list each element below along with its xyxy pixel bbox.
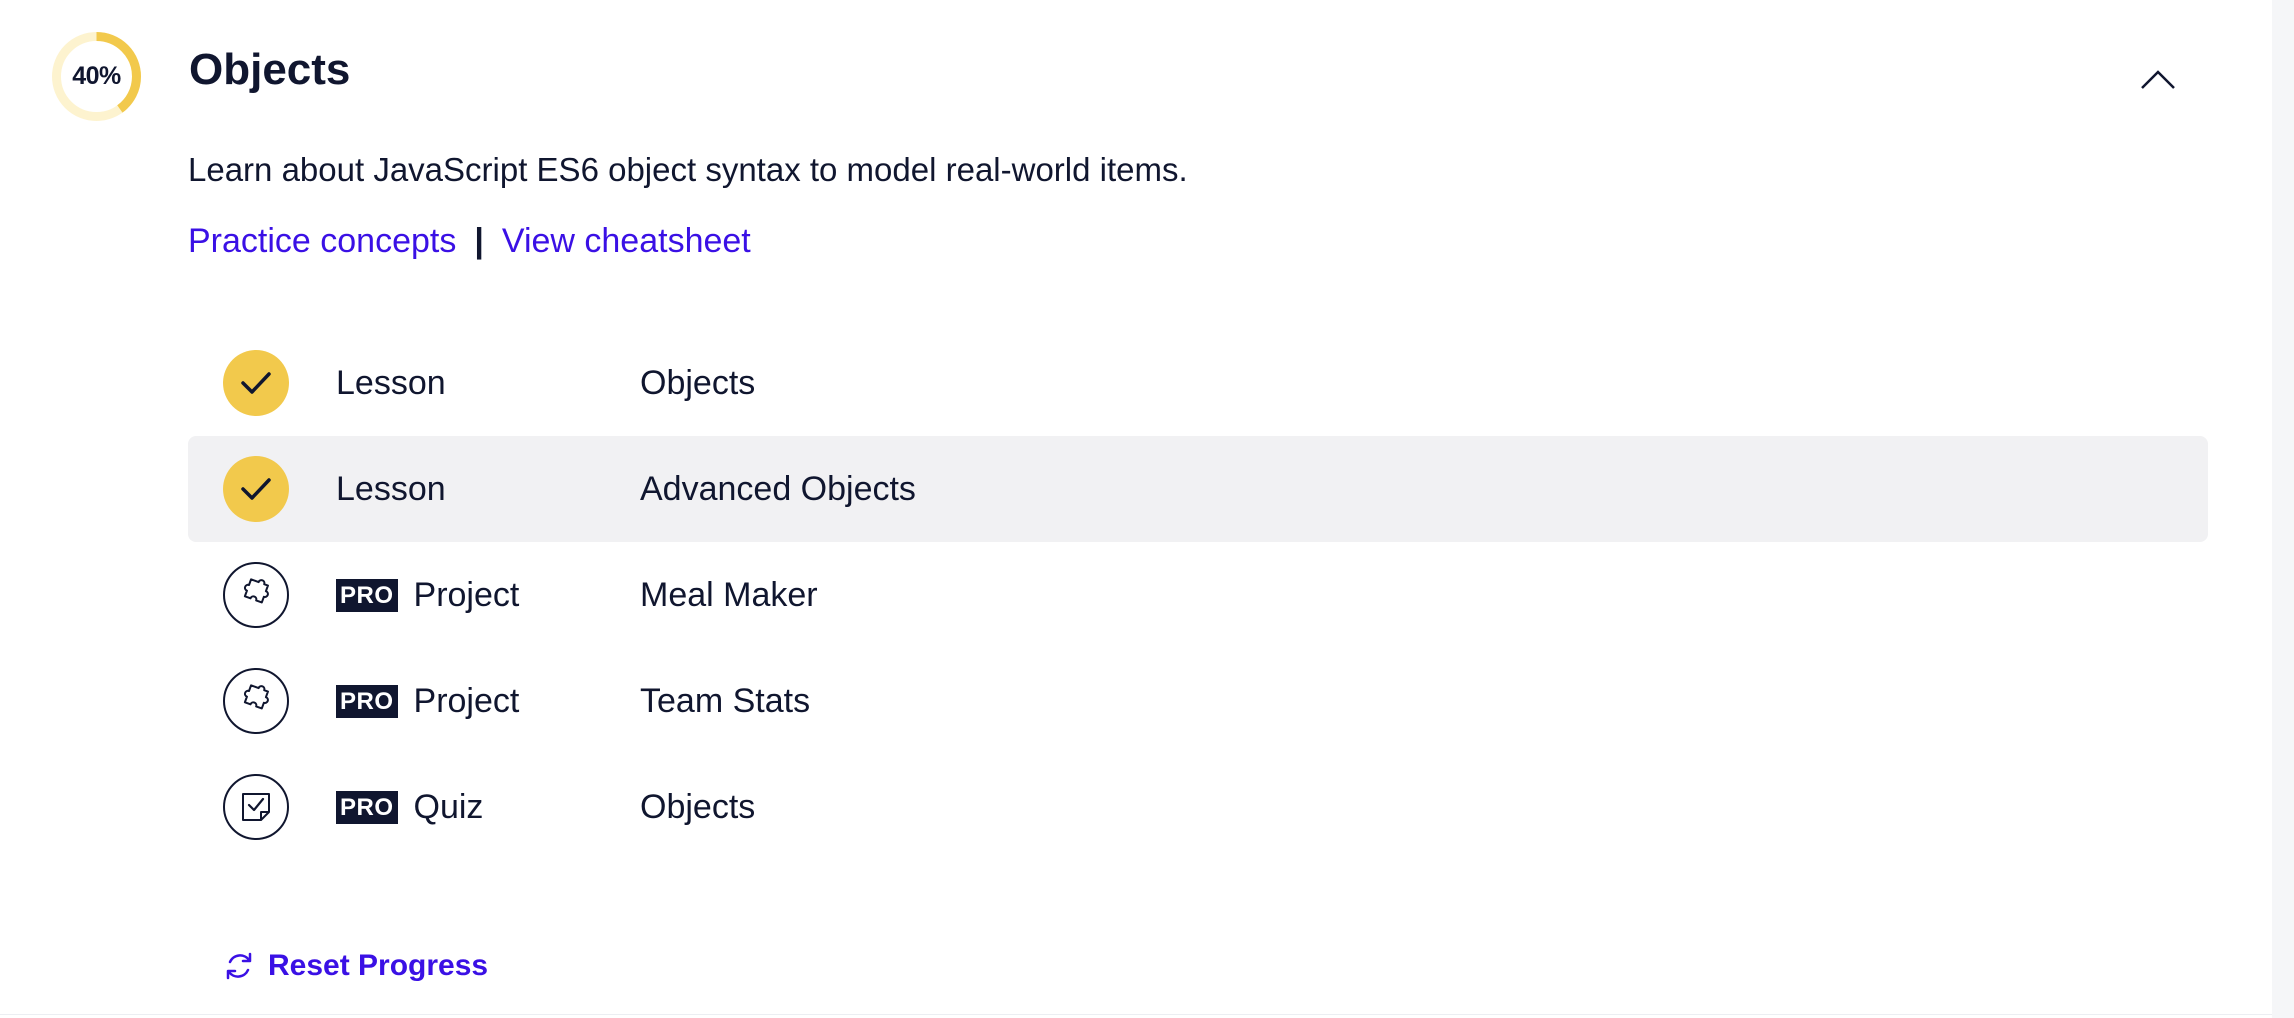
item-name: Objects xyxy=(640,363,756,402)
list-item[interactable]: PRO Project Team Stats xyxy=(188,648,2208,754)
item-type: Lesson xyxy=(336,436,446,542)
link-separator: | xyxy=(474,222,484,260)
check-icon xyxy=(223,456,289,522)
view-cheatsheet-link[interactable]: View cheatsheet xyxy=(502,221,751,262)
puzzle-icon xyxy=(223,562,289,628)
list-item[interactable]: PRO Project Meal Maker xyxy=(188,542,2208,648)
pro-badge: PRO xyxy=(336,684,398,718)
reset-progress-button[interactable]: Reset Progress xyxy=(222,945,488,987)
chevron-up-icon xyxy=(2141,70,2175,89)
check-icon xyxy=(223,350,289,416)
divider xyxy=(0,1014,2272,1015)
quiz-icon xyxy=(223,774,289,840)
puzzle-icon xyxy=(223,668,289,734)
item-type: PRO Project xyxy=(336,648,519,754)
item-name: Team Stats xyxy=(640,681,811,720)
item-type: Lesson xyxy=(336,330,446,436)
item-type-label: Lesson xyxy=(336,469,446,508)
module-links: Practice concepts | View cheatsheet xyxy=(188,221,751,262)
list-item[interactable]: Lesson Objects xyxy=(188,330,2208,436)
item-name: Meal Maker xyxy=(640,575,818,614)
reset-progress-label: Reset Progress xyxy=(268,949,489,982)
item-type: PRO Project xyxy=(336,542,519,648)
progress-ring: 40% xyxy=(51,31,142,122)
item-type-label: Project xyxy=(413,575,520,614)
item-type-label: Project xyxy=(413,681,520,720)
refresh-icon xyxy=(226,952,252,980)
module-description: Learn about JavaScript ES6 object syntax… xyxy=(188,151,1188,188)
list-item[interactable]: Lesson Advanced Objects xyxy=(188,436,2208,542)
progress-percent: 40% xyxy=(72,62,121,90)
item-name: Advanced Objects xyxy=(640,469,916,508)
content-list: Lesson Objects Lesson Advanced Objects P… xyxy=(188,330,2208,860)
item-type-label: Quiz xyxy=(413,787,484,826)
pro-badge: PRO xyxy=(336,578,398,612)
scrollbar-track[interactable] xyxy=(2272,0,2294,1018)
practice-concepts-link[interactable]: Practice concepts xyxy=(188,221,456,262)
item-type: PRO Quiz xyxy=(336,754,483,860)
item-name: Objects xyxy=(640,787,756,826)
item-type-label: Lesson xyxy=(336,363,446,402)
module-title: Objects xyxy=(189,45,351,94)
list-item[interactable]: PRO Quiz Objects xyxy=(188,754,2208,860)
collapse-button[interactable] xyxy=(2138,60,2178,100)
pro-badge: PRO xyxy=(336,790,398,824)
